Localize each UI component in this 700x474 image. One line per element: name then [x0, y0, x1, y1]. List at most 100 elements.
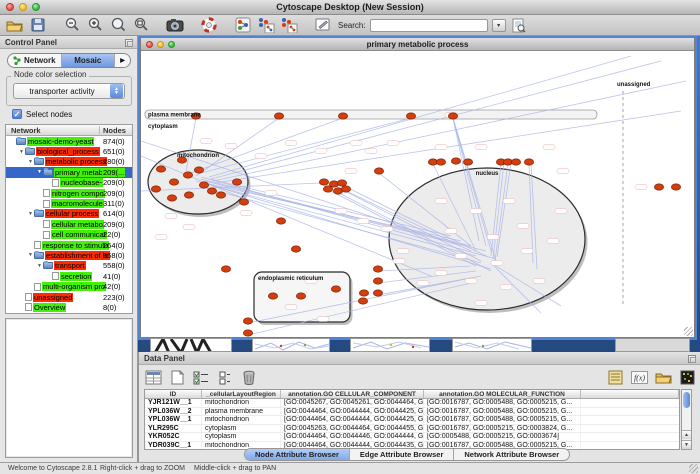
table-cell[interactable]: [GO:0005488, GO:0005215, GO:0003674] — [424, 433, 581, 441]
help-lifesaver-icon[interactable] — [199, 17, 218, 34]
network-node[interactable] — [243, 318, 252, 324]
network-edge[interactable] — [215, 111, 681, 183]
network-edge[interactable] — [213, 81, 686, 181]
zoom-in-icon[interactable] — [85, 17, 104, 34]
network-node[interactable] — [331, 286, 340, 292]
table-row[interactable]: YPL036W__1mitochondrion[GO:0044464, GO:0… — [145, 416, 679, 425]
close-window-button[interactable] — [6, 3, 14, 11]
network-node[interactable] — [451, 158, 460, 164]
network-node[interactable] — [151, 186, 160, 192]
window-resize-grip[interactable] — [684, 327, 693, 336]
search-input[interactable] — [370, 19, 488, 32]
column-header[interactable]: _cellularLayoutRegion — [202, 390, 281, 398]
network-node[interactable] — [338, 113, 347, 119]
table-cell[interactable]: mitochondrion — [202, 416, 281, 424]
network-node[interactable] — [359, 290, 368, 296]
tree-row-label[interactable]: biological_process — [36, 147, 100, 156]
search-options-dropdown[interactable]: ▾ — [492, 19, 506, 32]
tree-row-label[interactable]: Overview — [33, 303, 66, 312]
new-attribute-icon[interactable] — [167, 368, 187, 387]
table-row[interactable]: YPL036W__2plasma membrane[GO:0044464, GO… — [145, 408, 679, 417]
table-cell[interactable]: [GO:0045263, GO:0044464, GO:0044455, G..… — [281, 425, 424, 433]
tree-row[interactable]: secretion41(0) — [6, 271, 132, 281]
tree-row[interactable]: ▼metabolic process280(0) — [6, 157, 132, 167]
network-node[interactable] — [341, 186, 350, 192]
network-node[interactable] — [207, 188, 216, 194]
tree-row-label[interactable]: response to stimulu — [42, 241, 109, 250]
tree-row-label[interactable]: primary metabo — [54, 168, 108, 177]
network-node[interactable] — [654, 184, 663, 190]
tree-row[interactable]: response to stimulu264(0) — [6, 240, 132, 250]
network-window-titlebar[interactable]: primary metabolic process — [141, 38, 694, 51]
table-cell[interactable]: [GO:0045267, GO:0045261, GO:0044464, G..… — [281, 399, 424, 407]
background-window-partial[interactable] — [452, 338, 532, 352]
snapshot-camera-icon[interactable] — [165, 17, 184, 34]
tree-row[interactable]: ▼establishment of lo558(0) — [6, 250, 132, 260]
tree-row[interactable]: ▼transport558(0) — [6, 261, 132, 271]
network-node[interactable] — [373, 290, 382, 296]
tree-column-network[interactable]: Network — [11, 125, 41, 136]
network-node[interactable] — [373, 266, 382, 272]
tree-row[interactable]: macromolecule311(0) — [6, 198, 132, 208]
table-cell[interactable]: [GO:0016787, GO:0005215, GO:0003824, G..… — [424, 425, 581, 433]
tree-row[interactable]: nucleobase-209(0) — [6, 178, 132, 188]
tree-row-label[interactable]: metabolic process — [45, 157, 107, 166]
app-resize-grip[interactable] — [689, 464, 698, 473]
table-cell[interactable]: [GO:0016787, GO:0005488, GO:0005215, G..… — [424, 416, 581, 424]
table-scrollbar[interactable]: ▲ ▼ — [681, 389, 692, 450]
table-cell[interactable]: YPL036W__2 — [145, 408, 202, 416]
network-node[interactable] — [524, 159, 533, 165]
tree-row[interactable]: nitrogen compo209(0) — [6, 188, 132, 198]
table-cell[interactable]: cytoplasm — [202, 433, 281, 441]
tree-row-label[interactable]: establishment of lo — [45, 251, 110, 260]
tree-row-label[interactable]: mosaic-demo-yeast — [27, 137, 94, 146]
tree-row-label[interactable]: multi-organism pro — [42, 282, 106, 291]
tree-row[interactable]: mosaic-demo-yeast874(0) — [6, 136, 132, 146]
minimize-view-button[interactable] — [157, 41, 164, 48]
scroll-up-arrow[interactable]: ▲ — [682, 430, 691, 439]
import-attributes-icon[interactable] — [653, 368, 673, 387]
network-node[interactable] — [216, 192, 225, 198]
attribute-editor-icon[interactable] — [605, 368, 625, 387]
network-node[interactable] — [169, 179, 178, 185]
network-node[interactable] — [511, 159, 520, 165]
tree-row[interactable]: ▼cellular process614(0) — [6, 209, 132, 219]
network-view-window[interactable]: primary metabolic process plasma membran… — [140, 37, 695, 338]
tree-row-label[interactable]: transport — [54, 261, 86, 270]
attribute-grid-icon[interactable] — [143, 368, 163, 387]
tree-row[interactable]: unassigned223(0) — [6, 292, 132, 302]
node-color-dropdown[interactable]: transporter activity ▲▼ — [13, 83, 125, 99]
attribute-matrix-icon[interactable] — [677, 368, 697, 387]
network-node[interactable] — [323, 186, 332, 192]
column-header[interactable]: annotation.GO MOLECULAR_FUNCTION — [424, 390, 581, 398]
new-network-from-selected-nodes-icon[interactable] — [256, 17, 275, 34]
expand-arrow-icon[interactable]: ▼ — [18, 149, 25, 155]
expand-arrow-icon[interactable]: ▼ — [36, 169, 43, 175]
background-window-partial[interactable] — [615, 338, 690, 352]
table-cell[interactable]: plasma membrane — [202, 408, 281, 416]
network-tree-header[interactable]: Network Nodes — [6, 125, 132, 136]
network-node[interactable] — [243, 330, 252, 336]
open-icon[interactable] — [5, 17, 24, 34]
delete-attribute-icon[interactable] — [239, 368, 259, 387]
network-node[interactable] — [374, 168, 383, 174]
network-node[interactable] — [274, 113, 283, 119]
birds-eye-overview-panel[interactable] — [5, 318, 133, 458]
network-node[interactable] — [358, 298, 367, 304]
minimize-window-button[interactable] — [19, 3, 27, 11]
scroll-down-arrow[interactable]: ▼ — [682, 440, 691, 449]
tab-network[interactable]: Network — [8, 54, 62, 67]
table-cell[interactable]: YLR295C — [145, 425, 202, 433]
background-window-partial[interactable] — [350, 338, 430, 352]
network-node[interactable] — [463, 159, 472, 165]
select-nodes-checkbox[interactable]: ✓ — [12, 109, 22, 119]
network-node[interactable] — [296, 293, 305, 299]
network-node[interactable] — [319, 179, 328, 185]
network-node[interactable] — [337, 180, 346, 186]
tree-row[interactable]: ▼biological_process651(0) — [6, 146, 132, 156]
network-node[interactable] — [436, 159, 445, 165]
expand-arrow-icon[interactable]: ▼ — [27, 211, 34, 217]
table-cell[interactable]: [GO:0044464, GO:0044444, GO:0044425, G..… — [281, 416, 424, 424]
network-node[interactable] — [156, 166, 165, 172]
save-icon[interactable] — [28, 17, 47, 34]
